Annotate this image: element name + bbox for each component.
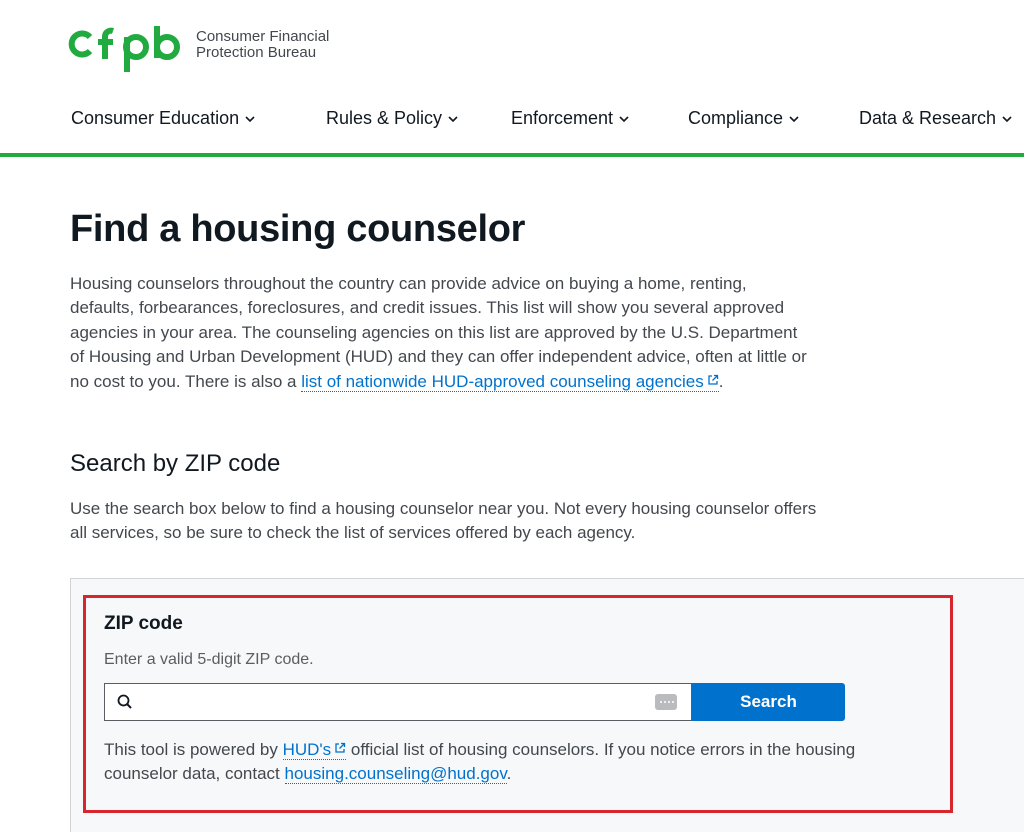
logo-text-line1: Consumer Financial bbox=[196, 28, 330, 45]
nav-divider bbox=[0, 153, 1024, 157]
page: Consumer Financial Protection Bureau Con… bbox=[0, 0, 1024, 832]
huds-link-text: HUD's bbox=[282, 740, 332, 759]
cfpb-logo-mark bbox=[68, 26, 180, 72]
search-button[interactable]: Search bbox=[692, 683, 845, 721]
nav-label: Consumer Education bbox=[71, 108, 240, 128]
external-link-icon bbox=[708, 374, 718, 385]
nav-enforcement[interactable]: Enforcement bbox=[511, 108, 629, 129]
search-icon bbox=[117, 694, 132, 709]
zip-code-help: Enter a valid 5-digit ZIP code. bbox=[104, 651, 314, 668]
zip-code-label: ZIP code bbox=[104, 613, 183, 634]
search-heading: Search by ZIP code bbox=[70, 450, 281, 477]
intro-paragraph: Housing counselors throughout the countr… bbox=[70, 272, 810, 394]
intro-end: . bbox=[718, 371, 724, 391]
cfpb-logo[interactable]: Consumer Financial Protection Bureau bbox=[68, 24, 329, 74]
tool-note: This tool is powered by HUD's official l… bbox=[104, 738, 864, 787]
nationwide-agencies-link-text: list of nationwide HUD-approved counseli… bbox=[301, 371, 704, 391]
main-nav: Consumer Education Rules & Policy Enforc… bbox=[0, 108, 1024, 138]
external-link-icon bbox=[335, 742, 346, 753]
zip-code-input[interactable] bbox=[143, 688, 647, 718]
autofill-dots-icon[interactable] bbox=[655, 694, 677, 710]
logo-text-line2: Protection Bureau bbox=[196, 44, 317, 61]
chevron-down-icon bbox=[789, 115, 799, 122]
nav-consumer-education[interactable]: Consumer Education bbox=[71, 108, 255, 129]
nav-rules-policy[interactable]: Rules & Policy bbox=[326, 108, 458, 129]
chevron-down-icon bbox=[245, 115, 255, 122]
nav-label: Rules & Policy bbox=[326, 108, 443, 128]
tool-note-end: . bbox=[506, 764, 512, 784]
page-title: Find a housing counselor bbox=[70, 208, 526, 250]
logo-text: Consumer Financial Protection Bureau bbox=[196, 29, 329, 61]
nav-label: Data & Research bbox=[859, 108, 997, 128]
chevron-down-icon bbox=[448, 115, 458, 122]
huds-link[interactable]: HUD's bbox=[282, 740, 347, 760]
nav-data-research[interactable]: Data & Research bbox=[859, 108, 1012, 129]
nav-compliance[interactable]: Compliance bbox=[688, 108, 799, 129]
nav-label: Enforcement bbox=[511, 108, 614, 128]
zip-search-box[interactable] bbox=[104, 683, 692, 721]
nav-label: Compliance bbox=[688, 108, 784, 128]
search-description: Use the search box below to find a housi… bbox=[70, 499, 817, 543]
nationwide-agencies-link[interactable]: list of nationwide HUD-approved counseli… bbox=[301, 371, 719, 392]
chevron-down-icon bbox=[619, 115, 629, 122]
chevron-down-icon bbox=[1002, 115, 1012, 122]
hud-email-link[interactable]: housing.counseling@hud.gov bbox=[284, 764, 507, 785]
site-header: Consumer Financial Protection Bureau Con… bbox=[0, 0, 1024, 158]
tool-note-pre: This tool is powered by bbox=[104, 740, 283, 759]
